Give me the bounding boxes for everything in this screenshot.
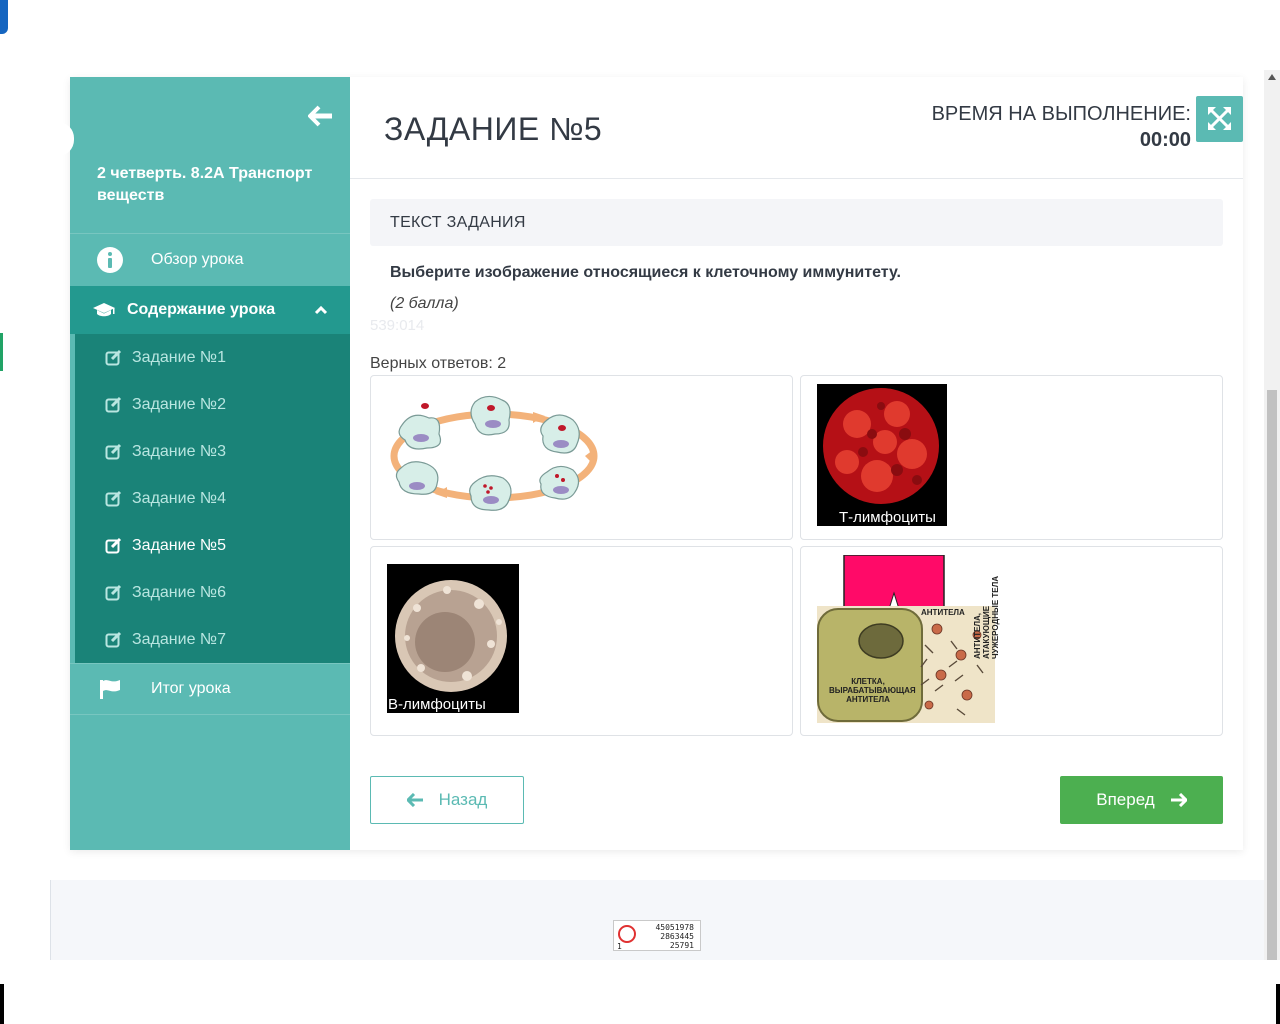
sidebar-task-3[interactable]: Задание №3 xyxy=(75,428,350,475)
sidebar-task-label: Задание №3 xyxy=(132,442,226,460)
answer-option-1[interactable] xyxy=(370,375,793,540)
option-label-cell: КЛЕТКА, ВЫРАБАТЫВАЮЩАЯ АНТИТЕЛА xyxy=(829,677,916,704)
counter-logo-icon xyxy=(618,925,636,943)
next-button[interactable]: Вперед xyxy=(1060,776,1223,824)
lesson-sidebar: 2 четверть. 8.2А Транспорт веществ Обзор… xyxy=(70,77,350,850)
browser-corner xyxy=(0,0,8,34)
option-label-top: АНТИТЕЛА xyxy=(921,608,965,617)
b-lymphocyte-image xyxy=(387,564,519,713)
sidebar-item-summary[interactable]: Итог урока xyxy=(70,663,350,715)
edit-icon xyxy=(105,490,122,507)
task-text-header-label: ТЕКСТ ЗАДАНИЯ xyxy=(390,214,526,231)
fullscreen-button[interactable] xyxy=(1196,96,1243,142)
sidebar-item-label: Содержание урока xyxy=(127,301,276,318)
sidebar-task-4[interactable]: Задание №4 xyxy=(75,475,350,522)
sidebar-task-label: Задание №2 xyxy=(132,395,226,413)
phagocytosis-cycle-image xyxy=(390,395,598,511)
sidebar-task-label: Задание №1 xyxy=(132,348,226,366)
sidebar-task-1[interactable]: Задание №1 xyxy=(75,334,350,381)
left-edge-mark xyxy=(0,333,3,371)
sidebar-task-7[interactable]: Задание №7 xyxy=(75,616,350,663)
counter-line-3: 25791 xyxy=(669,941,694,950)
arrow-left-icon xyxy=(406,793,423,807)
counter-line-2: 2863445 xyxy=(660,932,694,941)
sidebar-item-label: Обзор урока xyxy=(151,250,244,268)
sidebar-item-overview[interactable]: Обзор урока xyxy=(70,233,350,285)
bottom-bar xyxy=(0,984,1280,1024)
answer-option-2[interactable]: Т-лимфоциты xyxy=(800,375,1223,540)
arrow-left-icon[interactable] xyxy=(308,105,334,127)
flag-icon xyxy=(100,680,120,699)
scrollbar-thumb[interactable] xyxy=(1267,390,1277,960)
sidebar-item-content[interactable]: Содержание урока xyxy=(70,286,350,334)
edit-icon xyxy=(105,537,122,554)
page-scrollbar[interactable] xyxy=(1264,70,1280,960)
task-main: ЗАДАНИЕ №5 ВРЕМЯ НА ВЫПОЛНЕНИЕ: 00:00 ТЕ… xyxy=(350,77,1243,850)
t-lymphocyte-image xyxy=(817,384,947,526)
scroll-up-icon[interactable] xyxy=(1268,74,1276,80)
header-divider xyxy=(350,178,1243,179)
option-label-side: АНТИТЕЛА, АТАКУЮЩИЕ ЧУЖЕРОДНЫЕ ТЕЛА xyxy=(973,576,1000,659)
arrow-right-icon xyxy=(1170,793,1187,807)
graduation-cap-icon xyxy=(93,303,115,317)
edit-icon xyxy=(105,584,122,601)
course-title: 2 четверть. 8.2А Транспорт веществ xyxy=(97,165,313,204)
option-caption: Т-лимфоциты xyxy=(839,509,936,526)
back-button-label: Назад xyxy=(438,790,488,809)
edit-icon xyxy=(105,349,122,366)
sidebar-task-label: Задание №6 xyxy=(132,583,226,601)
page-title: ЗАДАНИЕ №5 xyxy=(384,111,603,147)
task-text-header: ТЕКСТ ЗАДАНИЯ xyxy=(370,199,1223,246)
sidebar-item-label: Итог урока xyxy=(151,680,231,697)
info-icon xyxy=(97,247,123,273)
sidebar-task-6[interactable]: Задание №6 xyxy=(75,569,350,616)
sidebar-task-label: Задание №5 xyxy=(132,536,226,554)
sidebar-task-label: Задание №4 xyxy=(132,489,226,507)
correct-count: Верных ответов: 2 xyxy=(370,355,507,372)
edit-icon xyxy=(105,443,122,460)
counter-left: 1 xyxy=(617,942,622,951)
back-button[interactable]: Назад xyxy=(370,776,524,824)
edit-icon xyxy=(105,396,122,413)
option-caption: В-лимфоциты xyxy=(388,696,486,713)
sidebar-task-2[interactable]: Задание №2 xyxy=(75,381,350,428)
chevron-up-icon[interactable] xyxy=(314,305,328,315)
timer-label: ВРЕМЯ НА ВЫПОЛНЕНИЕ: xyxy=(931,103,1191,125)
timer-value: 00:00 xyxy=(1139,129,1191,151)
visit-counter[interactable]: 45051978 2863445 25791 1 xyxy=(613,920,701,951)
counter-line-1: 45051978 xyxy=(655,923,694,932)
task-list: Задание №1 Задание №2 Задание №3 Задание… xyxy=(75,334,350,663)
expand-icon xyxy=(1208,107,1231,130)
sidebar-task-label: Задание №7 xyxy=(132,630,226,648)
question-text: Выберите изображение относящиеся к клето… xyxy=(390,264,901,281)
sidebar-task-5[interactable]: Задание №5 xyxy=(75,522,350,569)
next-button-label: Вперед xyxy=(1096,790,1155,809)
answer-option-4[interactable]: АНТИТЕЛА КЛЕТКА, ВЫРАБАТЫВАЮЩАЯ АНТИТЕЛА… xyxy=(800,546,1223,736)
question-points: (2 балла) xyxy=(390,295,459,312)
edit-icon xyxy=(105,631,122,648)
faded-code: 539:014 xyxy=(370,317,425,334)
answer-option-3[interactable]: В-лимфоциты xyxy=(370,546,793,736)
